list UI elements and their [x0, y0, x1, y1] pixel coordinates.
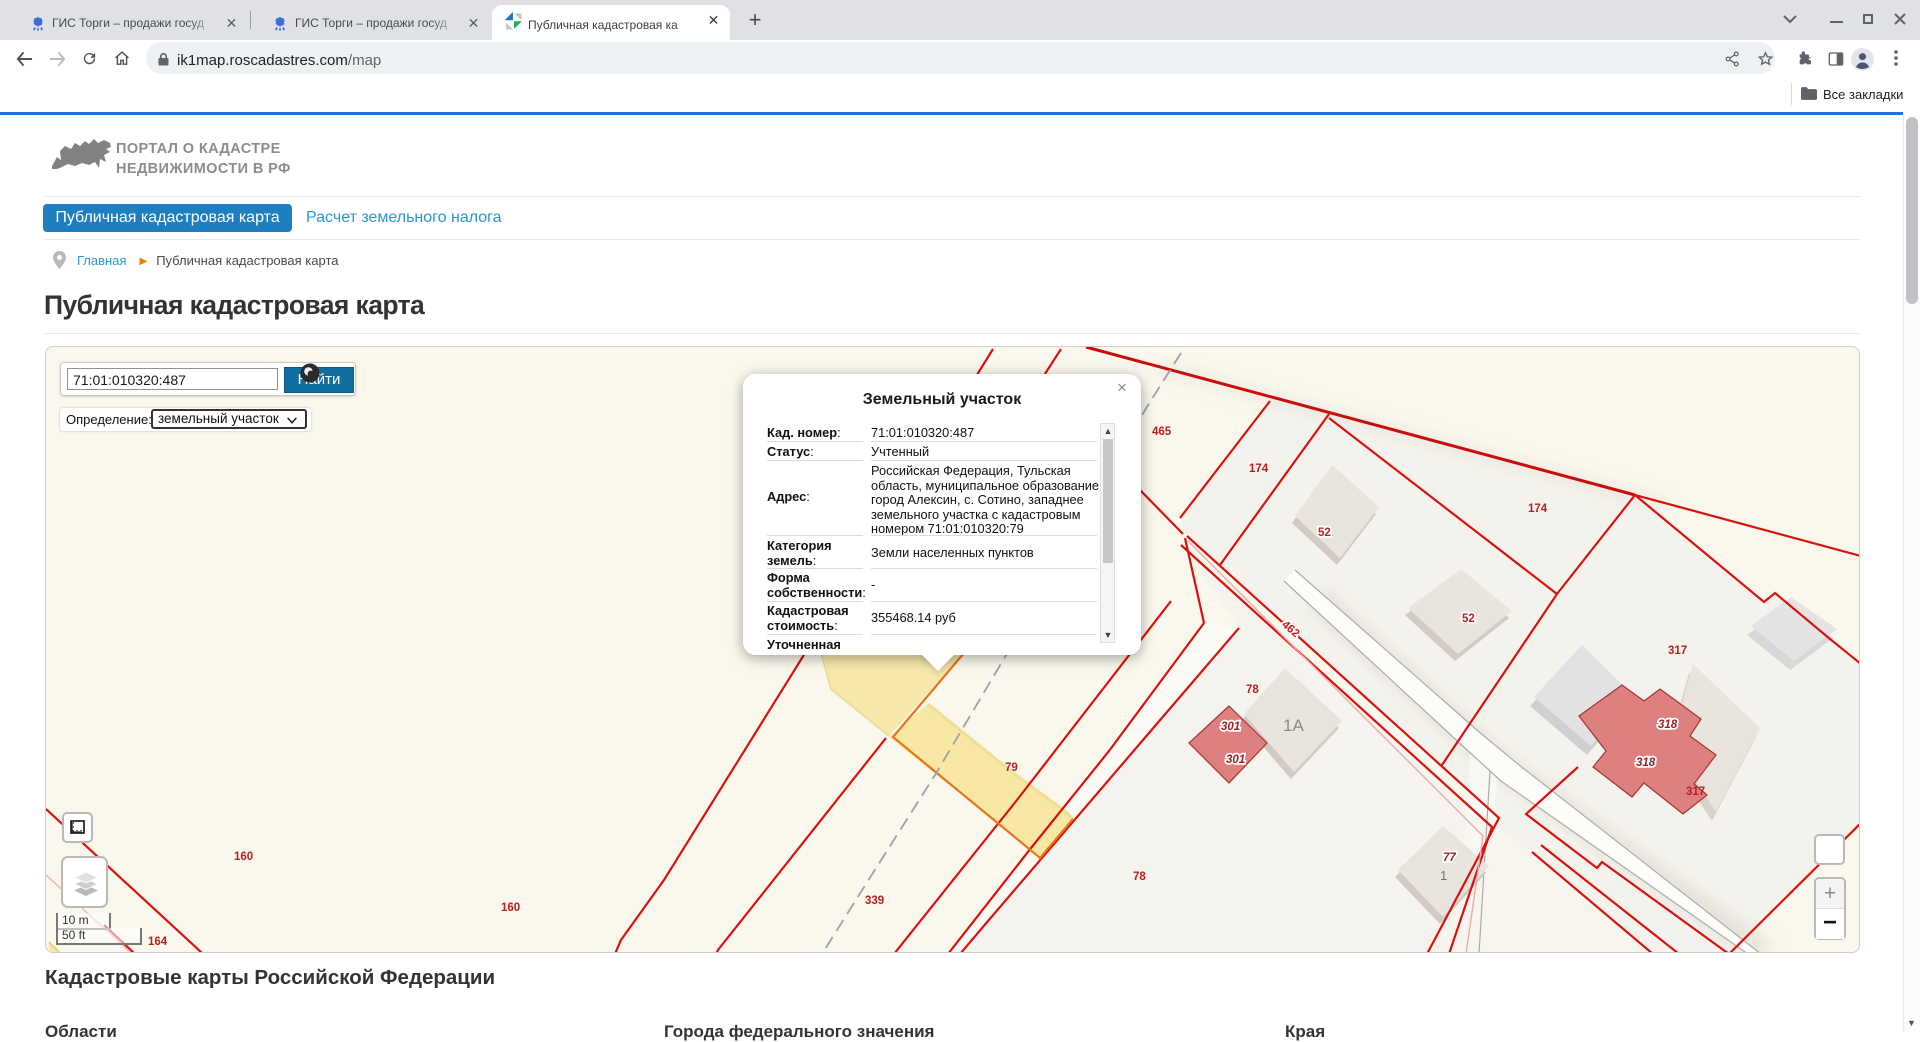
svg-text:318: 318 [1636, 757, 1656, 769]
svg-text:339: 339 [865, 895, 884, 907]
svg-text:318: 318 [1658, 719, 1678, 731]
svg-text:301: 301 [1221, 721, 1240, 733]
svg-text:52: 52 [1462, 613, 1475, 625]
svg-text:317: 317 [1686, 786, 1705, 798]
svg-text:78: 78 [1246, 684, 1259, 696]
svg-text:174: 174 [1528, 503, 1548, 515]
svg-text:78: 78 [1133, 871, 1146, 883]
svg-text:465: 465 [1152, 426, 1172, 438]
svg-text:160: 160 [501, 902, 520, 914]
svg-text:1А: 1А [1283, 716, 1304, 735]
svg-text:52: 52 [1318, 527, 1331, 539]
svg-text:1: 1 [1440, 868, 1447, 883]
svg-text:79: 79 [1005, 762, 1018, 774]
svg-text:164: 164 [148, 936, 168, 948]
svg-text:317: 317 [1668, 645, 1687, 657]
svg-text:160: 160 [234, 851, 253, 863]
svg-text:301: 301 [1226, 754, 1245, 766]
svg-text:77: 77 [1443, 852, 1456, 864]
svg-text:174: 174 [1249, 463, 1269, 475]
